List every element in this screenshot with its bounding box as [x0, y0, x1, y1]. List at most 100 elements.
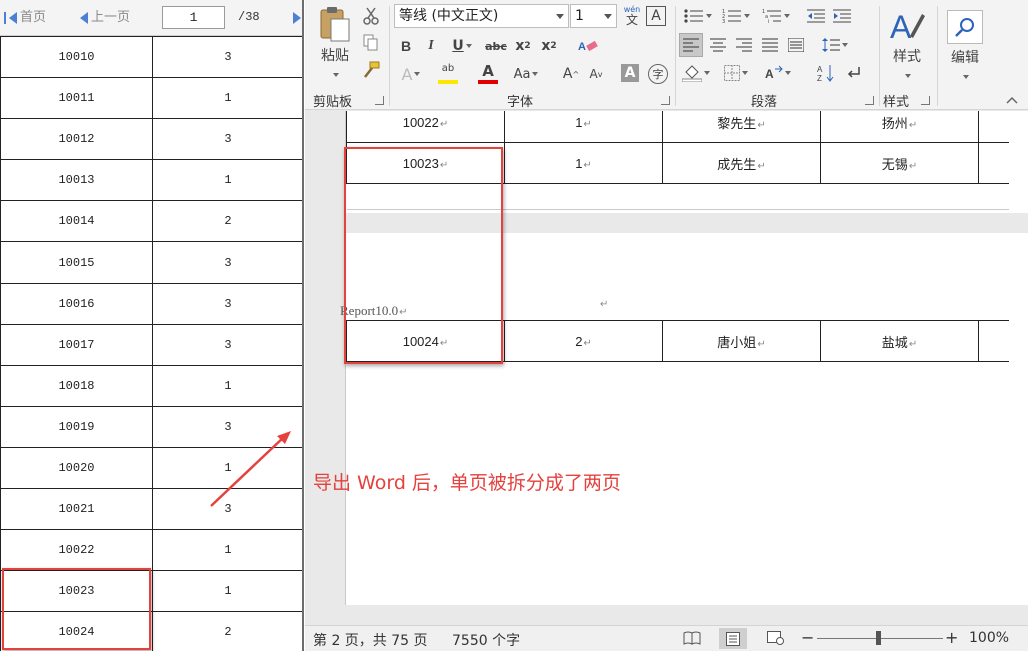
page-count-status[interactable]: 第 2 页，共 75 页: [313, 630, 428, 650]
show-marks-icon[interactable]: [843, 62, 865, 84]
highlight-box-left: [2, 568, 151, 650]
clipboard-launcher-icon[interactable]: [375, 96, 384, 105]
print-layout-icon[interactable]: [719, 628, 747, 649]
cell-id: 10012: [0, 118, 153, 161]
cell-id[interactable]: 10022↵: [346, 111, 505, 143]
table-row: 10012 3: [0, 118, 302, 161]
font-name-value: 等线 (中文正文): [399, 8, 499, 24]
paste-dropdown-icon: [333, 73, 339, 77]
table-row: 10013 1: [0, 159, 302, 202]
multilevel-list-icon[interactable]: 1ai: [759, 6, 793, 26]
zoom-in-icon[interactable]: +: [945, 628, 958, 647]
phonetic-guide-button[interactable]: wén 文: [622, 3, 642, 29]
page-total-label: /38: [238, 10, 260, 24]
cell-value[interactable]: 1↵: [504, 111, 663, 143]
cell-city[interactable]: 无锡↵: [820, 142, 979, 184]
cell-value: 1: [152, 77, 302, 120]
first-page-button[interactable]: 首页: [4, 9, 46, 27]
next-page-icon[interactable]: [293, 12, 301, 24]
paste-button[interactable]: 粘贴: [313, 4, 357, 78]
shading-icon[interactable]: [679, 62, 713, 84]
clear-formatting-icon[interactable]: A: [577, 36, 599, 56]
grow-font-icon[interactable]: A ^: [562, 64, 580, 84]
cell-text: 1: [575, 114, 583, 130]
cell-text: 黎先生: [717, 115, 757, 131]
italic-icon[interactable]: I: [422, 36, 440, 56]
cell-id: 10020: [0, 446, 153, 490]
cell-value[interactable]: 1↵: [504, 142, 663, 184]
cell-id: 10013: [0, 159, 153, 202]
cell-id: 10022: [0, 529, 153, 572]
read-mode-icon[interactable]: [683, 630, 701, 646]
strikethrough-icon[interactable]: abc: [485, 36, 507, 56]
bullets-icon[interactable]: [681, 6, 715, 26]
line-spacing-icon[interactable]: [817, 34, 853, 56]
align-left-icon[interactable]: [679, 33, 703, 57]
font-name-combo[interactable]: 等线 (中文正文): [394, 4, 569, 28]
bold-icon[interactable]: B: [397, 36, 415, 56]
cell-name[interactable]: 唐小姐↵: [662, 320, 821, 362]
decrease-indent-icon[interactable]: [805, 6, 827, 26]
cell-text: 唐小姐: [717, 334, 757, 350]
font-size-combo[interactable]: 1: [570, 4, 617, 28]
distributed-icon[interactable]: [785, 34, 807, 56]
prev-page-button[interactable]: 上一页: [80, 9, 130, 27]
annotation-text: 导出 Word 后，单页被拆分成了两页: [313, 472, 621, 494]
font-launcher-icon[interactable]: [661, 96, 670, 105]
text-effects-icon[interactable]: A: [397, 64, 425, 84]
superscript-icon[interactable]: x2: [539, 36, 559, 56]
zoom-slider-thumb[interactable]: [876, 631, 881, 645]
cell-name[interactable]: 成先生↵: [662, 142, 821, 184]
table-row: 10016 3: [0, 282, 302, 325]
cut-icon[interactable]: [361, 6, 381, 26]
cell-value[interactable]: 2↵: [504, 320, 663, 362]
styles-button[interactable]: A 样式: [885, 4, 929, 82]
svg-text:A: A: [765, 67, 774, 81]
underline-icon[interactable]: U: [448, 36, 476, 56]
cell-value: 1: [152, 159, 302, 202]
svg-text:3: 3: [722, 19, 725, 24]
font-color-icon[interactable]: A: [473, 62, 503, 86]
cell-city[interactable]: 扬州↵: [820, 111, 979, 143]
cell-id: 10015: [0, 241, 153, 284]
highlight-color-icon[interactable]: ab: [433, 62, 463, 86]
subscript-icon[interactable]: x2: [513, 36, 533, 56]
align-center-icon[interactable]: [707, 34, 729, 56]
character-border-icon[interactable]: A: [646, 6, 666, 26]
svg-text:A: A: [890, 9, 912, 45]
justify-icon[interactable]: [759, 34, 781, 56]
collapse-ribbon-icon[interactable]: [1005, 94, 1019, 106]
borders-icon[interactable]: [719, 62, 753, 84]
cell-name[interactable]: 黎先生↵: [662, 111, 821, 143]
word-count-status[interactable]: 7550 个字: [452, 630, 520, 650]
svg-text:i: i: [768, 19, 769, 24]
cell-value: 2: [152, 611, 302, 651]
cell-value: 1: [152, 364, 302, 407]
editing-button[interactable]: 编辑: [943, 4, 987, 84]
table-row: 10017 3: [0, 323, 302, 366]
character-shading-icon[interactable]: A: [621, 64, 639, 82]
format-painter-icon[interactable]: [361, 60, 381, 80]
styles-launcher-icon[interactable]: [921, 96, 930, 105]
zoom-out-icon[interactable]: −: [801, 628, 814, 647]
numbering-icon[interactable]: 123: [719, 6, 753, 26]
cell-city[interactable]: 盐城↵: [820, 320, 979, 362]
sort-icon[interactable]: AZ: [815, 62, 837, 84]
shrink-font-icon[interactable]: Av: [587, 64, 605, 84]
copy-icon[interactable]: [361, 33, 381, 53]
zoom-level[interactable]: 100%: [969, 630, 1009, 646]
align-right-icon[interactable]: [733, 34, 755, 56]
styles-label: 样式: [893, 49, 921, 65]
highlight-box-right: [344, 147, 503, 364]
increase-indent-icon[interactable]: [831, 6, 853, 26]
zoom-slider[interactable]: [817, 631, 943, 645]
web-layout-icon[interactable]: [767, 630, 785, 646]
change-case-icon[interactable]: Aa: [509, 64, 543, 84]
enclose-characters-icon[interactable]: 字: [648, 64, 668, 84]
chinese-layout-icon[interactable]: A: [761, 62, 795, 84]
page-number-input[interactable]: 1: [162, 6, 225, 29]
cell-text: 2: [575, 333, 583, 349]
cell-text: 无锡: [881, 156, 908, 172]
paragraph-launcher-icon[interactable]: [865, 96, 874, 105]
cell-id: 10011: [0, 77, 153, 120]
